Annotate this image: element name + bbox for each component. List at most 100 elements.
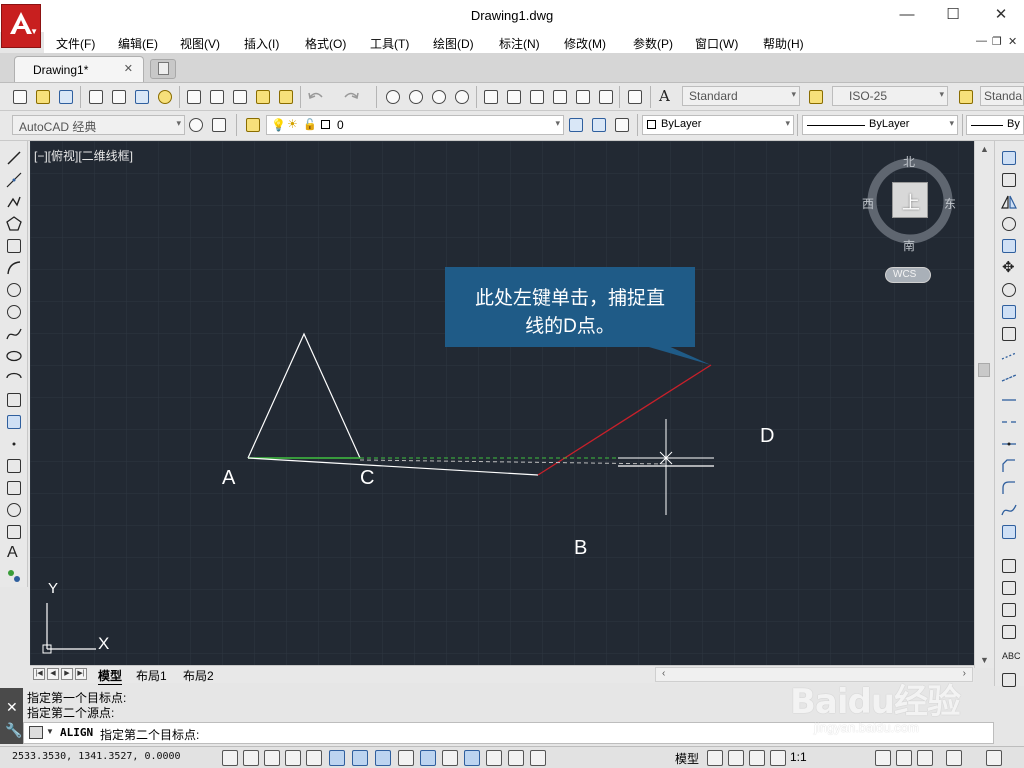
lineweight-control-select[interactable]: By — [966, 115, 1024, 135]
object-snap-tracking-toggle[interactable] — [375, 750, 391, 766]
close-button[interactable]: ✕ — [978, 0, 1024, 32]
annotation-monitor-toggle[interactable] — [530, 750, 546, 766]
lineweight-toggle[interactable] — [442, 750, 458, 766]
viewcube-west-label[interactable]: 西 — [862, 195, 874, 212]
text-to-front-icon[interactable]: ABC — [1000, 649, 1021, 667]
redo-icon[interactable] — [341, 87, 361, 107]
properties-icon[interactable] — [481, 87, 501, 107]
doc-close-button[interactable]: ✕ — [1008, 35, 1017, 48]
tab-close-icon[interactable]: ✕ — [124, 62, 133, 75]
cut-icon[interactable] — [184, 87, 204, 107]
recent-commands-icon[interactable] — [29, 726, 43, 739]
polar-tracking-toggle[interactable] — [306, 750, 322, 766]
menu-dimension[interactable]: 标注(N) — [499, 35, 540, 52]
wcs-menu-button[interactable]: WCS — [885, 267, 931, 283]
model-space-button[interactable]: 模型 — [675, 750, 699, 767]
previous-layout-button[interactable]: ◀ — [47, 668, 59, 680]
menu-draw[interactable]: 绘图(D) — [433, 35, 474, 52]
drawing-canvas[interactable]: [−][俯视][二维线框] A C B D 此处左键单击，捕捉直 线的D点。 北… — [30, 141, 974, 668]
dynamic-input-toggle[interactable] — [420, 750, 436, 766]
vertical-scrollbar[interactable]: ▲ ▼ — [974, 141, 994, 668]
menu-tools[interactable]: 工具(T) — [370, 35, 409, 52]
polyline-icon[interactable] — [5, 193, 23, 211]
scroll-up-arrow[interactable]: ▲ — [980, 144, 989, 154]
tab-layout2[interactable]: 布局2 — [183, 667, 214, 684]
transparency-toggle[interactable] — [464, 750, 480, 766]
construction-line-icon[interactable] — [5, 171, 23, 189]
table-icon[interactable] — [5, 523, 23, 541]
extend-icon[interactable] — [1000, 369, 1018, 387]
bring-above-icon[interactable] — [1000, 623, 1018, 641]
zoom-previous-icon[interactable] — [452, 87, 472, 107]
horizontal-scrollbar[interactable]: ‹ › — [655, 667, 973, 682]
block-editor-icon[interactable] — [276, 87, 296, 107]
grid-display-toggle[interactable] — [264, 750, 280, 766]
last-layout-button[interactable]: ▶| — [75, 668, 87, 680]
viewcube-east-label[interactable]: 东 — [944, 195, 956, 212]
tab-layout1[interactable]: 布局1 — [136, 667, 167, 684]
draw-order-icon[interactable] — [1000, 557, 1018, 575]
scroll-left-arrow[interactable]: ‹ — [662, 668, 665, 679]
quick-view-layouts-icon[interactable] — [707, 750, 723, 766]
3d-object-snap-toggle[interactable] — [352, 750, 368, 766]
blend-curves-icon[interactable] — [1000, 501, 1018, 519]
scroll-right-arrow[interactable]: › — [963, 668, 966, 679]
spline-icon[interactable] — [5, 325, 23, 343]
bring-to-front-icon[interactable] — [1000, 579, 1018, 597]
trim-icon[interactable] — [1000, 347, 1018, 365]
close-command-line-icon[interactable]: ✕ — [6, 699, 18, 716]
explode-icon[interactable] — [1000, 523, 1018, 541]
next-layout-button[interactable]: ▶ — [61, 668, 73, 680]
3d-dwf-icon[interactable] — [155, 87, 175, 107]
command-input[interactable]: ▼ ALIGN 指定第二个目标点: — [23, 722, 994, 744]
pan-hand-icon[interactable] — [383, 87, 403, 107]
hardware-acceleration-icon[interactable] — [917, 750, 933, 766]
selection-cycling-toggle[interactable] — [508, 750, 524, 766]
layer-state-icon[interactable] — [612, 115, 632, 135]
quickcalc-icon[interactable] — [596, 87, 616, 107]
table-style-select[interactable]: Standa — [980, 86, 1024, 106]
quick-view-drawings-icon[interactable] — [728, 750, 744, 766]
object-snap-toggle[interactable] — [329, 750, 345, 766]
text-style-select[interactable]: Standard ▾ — [682, 86, 800, 106]
zoom-realtime-icon[interactable] — [406, 87, 426, 107]
chevron-down-icon[interactable]: ▼ — [46, 727, 54, 736]
zoom-window-icon[interactable] — [429, 87, 449, 107]
copy-icon[interactable] — [207, 87, 227, 107]
rectangle-icon[interactable] — [5, 237, 23, 255]
add-selected-icon[interactable] — [5, 567, 23, 585]
ortho-mode-toggle[interactable] — [285, 750, 301, 766]
menu-modify[interactable]: 修改(M) — [564, 35, 606, 52]
chamfer-icon[interactable] — [1000, 457, 1018, 475]
tab-model[interactable]: 模型 — [98, 667, 123, 685]
paste-icon[interactable] — [230, 87, 250, 107]
scroll-down-arrow[interactable]: ▼ — [980, 655, 989, 665]
tab-drawing1[interactable]: Drawing1* ✕ — [14, 56, 144, 82]
dynamic-ucs-toggle[interactable] — [398, 750, 414, 766]
layer-previous-icon[interactable] — [589, 115, 609, 135]
clean-screen-icon[interactable] — [209, 115, 229, 135]
save-icon[interactable] — [56, 87, 76, 107]
undo-icon[interactable] — [306, 87, 326, 107]
open-folder-icon[interactable] — [33, 87, 53, 107]
linetype-control-select[interactable]: ByLayer ▾ — [802, 115, 958, 135]
viewcube-north-label[interactable]: 北 — [903, 153, 915, 170]
ellipse-icon[interactable] — [5, 347, 23, 365]
match-properties-icon[interactable] — [253, 87, 273, 107]
arc-icon[interactable] — [5, 259, 23, 277]
copy-object-icon[interactable] — [1000, 171, 1018, 189]
offset-icon[interactable] — [1000, 215, 1018, 233]
menu-format[interactable]: 格式(O) — [305, 35, 346, 52]
doc-minimize-button[interactable]: — — [976, 35, 987, 47]
join-icon[interactable] — [1000, 435, 1018, 453]
menu-insert[interactable]: 插入(I) — [244, 35, 279, 52]
help-icon[interactable] — [625, 87, 645, 107]
fillet-icon[interactable] — [1000, 479, 1018, 497]
erase-icon[interactable] — [1000, 149, 1018, 167]
viewcube-top-face[interactable]: 上 — [892, 182, 928, 218]
tool-palettes-icon[interactable] — [527, 87, 547, 107]
revision-cloud-icon[interactable] — [5, 303, 23, 321]
menu-window[interactable]: 窗口(W) — [695, 35, 738, 52]
menu-help[interactable]: 帮助(H) — [763, 35, 804, 52]
print-icon[interactable] — [86, 87, 106, 107]
